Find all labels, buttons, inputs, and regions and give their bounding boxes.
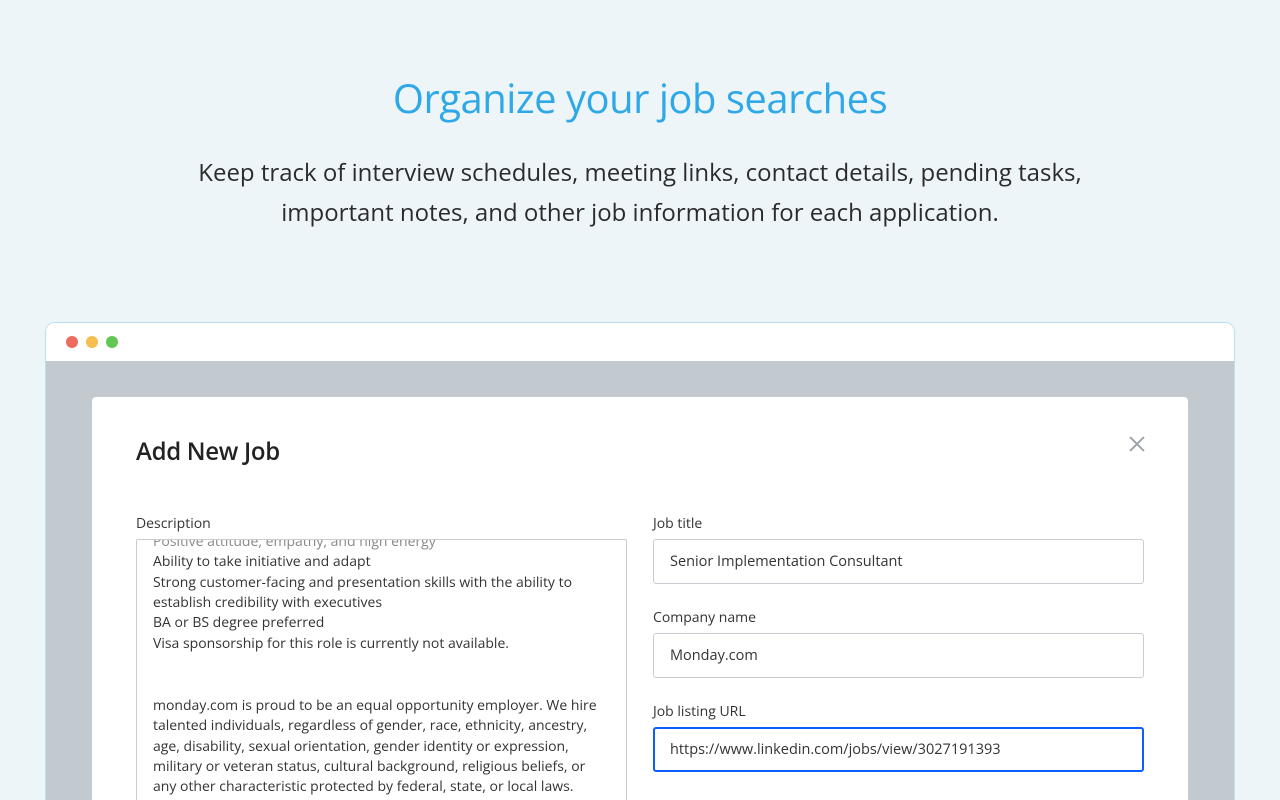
- url-field: Job listing URL: [653, 702, 1144, 772]
- window-titlebar: [46, 323, 1234, 361]
- hero-subtitle: Keep track of interview schedules, meeti…: [180, 153, 1100, 232]
- window-maximize-dot[interactable]: [106, 336, 118, 348]
- hero-section: Organize your job searches Keep track of…: [0, 0, 1280, 272]
- close-icon[interactable]: [1126, 433, 1148, 455]
- add-job-modal: Add New Job Description Positive attitud…: [92, 397, 1188, 800]
- window-close-dot[interactable]: [66, 336, 78, 348]
- description-line-cut: Positive attitude, empathy, and high ene…: [153, 539, 610, 552]
- hero-title: Organize your job searches: [120, 70, 1160, 125]
- fields-column: Job title Company name Job listing URL: [653, 514, 1144, 800]
- description-column: Description Positive attitude, empathy, …: [136, 514, 627, 800]
- job-title-field: Job title: [653, 514, 1144, 584]
- description-textarea[interactable]: Positive attitude, empathy, and high ene…: [136, 539, 627, 800]
- window-minimize-dot[interactable]: [86, 336, 98, 348]
- description-body-1: Ability to take initiative and adapt Str…: [153, 552, 610, 653]
- url-input[interactable]: [653, 727, 1144, 772]
- company-field: Company name: [653, 608, 1144, 678]
- company-input[interactable]: [653, 633, 1144, 678]
- app-background: Add New Job Description Positive attitud…: [46, 361, 1234, 800]
- browser-window: Add New Job Description Positive attitud…: [45, 322, 1235, 800]
- url-label: Job listing URL: [653, 702, 1144, 721]
- job-title-input[interactable]: [653, 539, 1144, 584]
- description-body-2: monday.com is proud to be an equal oppor…: [153, 696, 610, 797]
- job-title-label: Job title: [653, 514, 1144, 533]
- modal-title: Add New Job: [136, 435, 1144, 468]
- form-grid: Description Positive attitude, empathy, …: [136, 514, 1144, 800]
- description-label: Description: [136, 514, 627, 533]
- company-label: Company name: [653, 608, 1144, 627]
